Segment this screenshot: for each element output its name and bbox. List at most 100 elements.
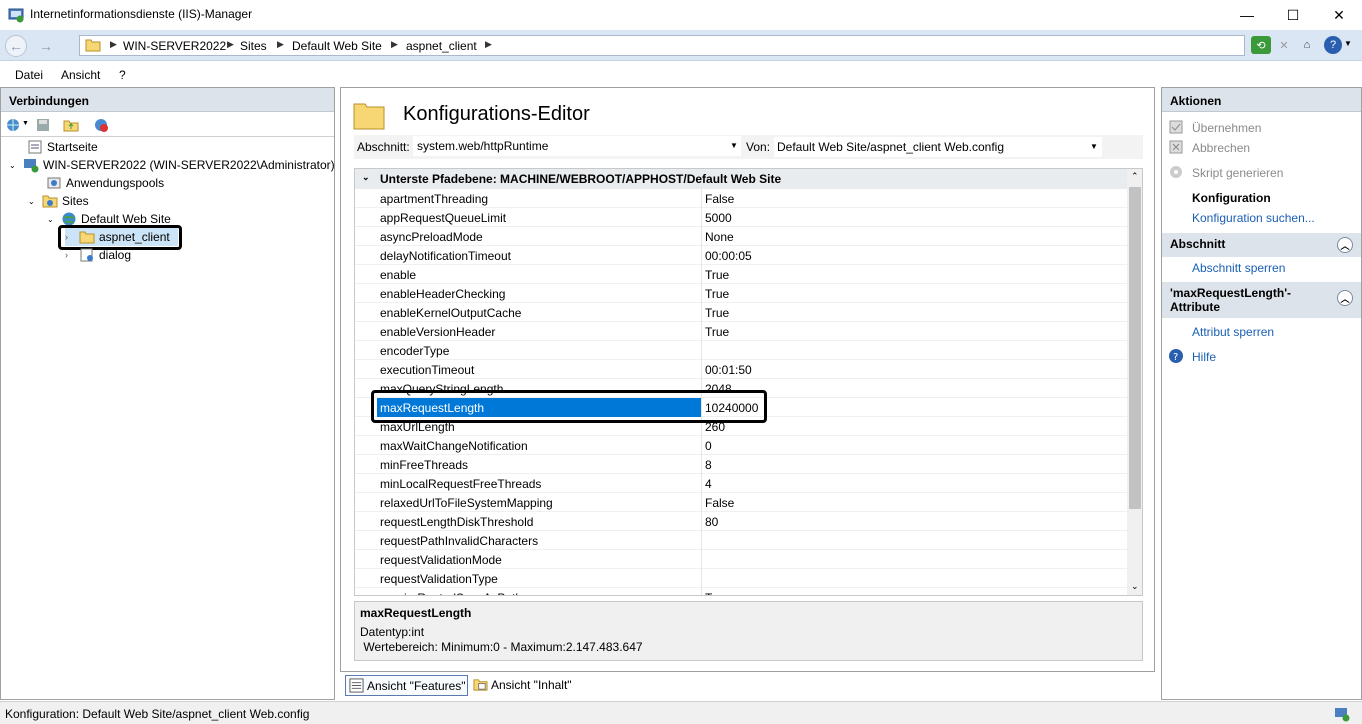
tree-item-aspnet-client[interactable]: › aspnet_client bbox=[65, 228, 178, 246]
grid-row[interactable]: delayNotificationTimeout 00:00:05 bbox=[355, 246, 1127, 265]
grid-row[interactable]: requestPathInvalidCharacters bbox=[355, 531, 1127, 550]
tab-content-view[interactable]: Ansicht "Inhalt" bbox=[471, 675, 581, 696]
menu-file[interactable]: Datei bbox=[15, 68, 43, 82]
chevron-right-icon[interactable]: › bbox=[65, 232, 79, 242]
chevron-down-icon[interactable]: ▼ bbox=[730, 141, 738, 150]
grid-row[interactable]: relaxedUrlToFileSystemMapping False bbox=[355, 493, 1127, 512]
action-lock-section[interactable]: Abschnitt sperren bbox=[1192, 261, 1285, 275]
grid-row[interactable]: requestValidationType bbox=[355, 569, 1127, 588]
property-value[interactable]: 00:00:05 bbox=[705, 249, 752, 263]
grid-row[interactable]: requestValidationMode bbox=[355, 550, 1127, 569]
close-button[interactable]: ✕ bbox=[1316, 0, 1362, 30]
chevron-right-icon[interactable]: › bbox=[65, 250, 79, 260]
collapse-icon[interactable]: ︿ bbox=[1337, 237, 1353, 253]
crumb-default-site[interactable]: Default Web Site bbox=[292, 39, 382, 53]
folder-icon bbox=[85, 39, 101, 52]
action-help[interactable]: Hilfe bbox=[1192, 350, 1216, 364]
property-value[interactable]: True bbox=[705, 591, 729, 595]
connections-header: Verbindungen bbox=[1, 88, 334, 112]
refresh-icon[interactable]: ⟲ bbox=[1251, 36, 1271, 54]
from-dropdown[interactable]: Default Web Site/aspnet_client Web.confi… bbox=[774, 137, 1102, 157]
grid-row[interactable]: enable True bbox=[355, 265, 1127, 284]
crumb-aspnet-client[interactable]: aspnet_client bbox=[406, 39, 477, 53]
property-value[interactable]: True bbox=[705, 287, 729, 301]
property-value[interactable]: 00:01:50 bbox=[705, 363, 752, 377]
scroll-thumb[interactable] bbox=[1129, 187, 1141, 509]
globe-connect-icon[interactable] bbox=[5, 117, 21, 133]
attribute-group-header: 'maxRequestLength'-Attribute ︿ bbox=[1162, 282, 1361, 318]
property-value[interactable]: True bbox=[705, 268, 729, 282]
chevron-down-icon[interactable]: ⌄ bbox=[47, 215, 61, 224]
grid-row[interactable]: maxWaitChangeNotification 0 bbox=[355, 436, 1127, 455]
tab-features-view[interactable]: Ansicht "Features" bbox=[345, 675, 468, 696]
property-value[interactable]: True bbox=[705, 325, 729, 339]
scroll-up-icon[interactable]: ⌃ bbox=[1131, 171, 1139, 182]
breadcrumb[interactable]: ▶ WIN-SERVER2022 ▶ Sites ▶ Default Web S… bbox=[79, 35, 1245, 56]
grid-row[interactable]: requestLengthDiskThreshold 80 bbox=[355, 512, 1127, 531]
scroll-down-icon[interactable]: ⌄ bbox=[1131, 581, 1139, 592]
grid-row[interactable]: apartmentThreading False bbox=[355, 189, 1127, 208]
grid-row[interactable]: minLocalRequestFreeThreads 4 bbox=[355, 474, 1127, 493]
property-value[interactable]: 4 bbox=[705, 477, 712, 491]
maximize-button[interactable]: ☐ bbox=[1270, 0, 1316, 30]
property-value[interactable]: True bbox=[705, 306, 729, 320]
crumb-server[interactable]: WIN-SERVER2022 bbox=[123, 39, 226, 53]
home-icon[interactable]: ⌂ bbox=[1297, 36, 1317, 54]
disconnect-icon[interactable] bbox=[93, 117, 109, 133]
tree-item-dialog[interactable]: › dialog bbox=[65, 246, 131, 264]
grid-row[interactable]: requireRootedSaveAsPath True bbox=[355, 588, 1127, 595]
tree-item-apppools[interactable]: Anwendungspools bbox=[46, 174, 164, 192]
grid-row[interactable]: minFreeThreads 8 bbox=[355, 455, 1127, 474]
actions-header: Aktionen bbox=[1162, 88, 1361, 112]
grid-row[interactable]: enableHeaderChecking True bbox=[355, 284, 1127, 303]
chevron-down-icon[interactable]: ⌄ bbox=[9, 161, 23, 170]
grid-row[interactable]: asyncPreloadMode None bbox=[355, 227, 1127, 246]
chevron-down-icon[interactable]: ⌄ bbox=[362, 172, 370, 183]
property-value[interactable]: 8 bbox=[705, 458, 712, 472]
action-lock-attribute[interactable]: Attribut sperren bbox=[1192, 325, 1274, 339]
property-value[interactable]: 0 bbox=[705, 439, 712, 453]
property-value[interactable]: 80 bbox=[705, 515, 718, 529]
property-name: executionTimeout bbox=[380, 363, 475, 377]
menu-view[interactable]: Ansicht bbox=[61, 68, 100, 82]
collapse-icon[interactable]: ︿ bbox=[1337, 290, 1353, 306]
chevron-down-icon[interactable]: ▼ bbox=[1344, 39, 1352, 48]
property-name: requestValidationMode bbox=[380, 553, 502, 567]
tree-item-start[interactable]: Startseite bbox=[27, 138, 98, 156]
section-label: Abschnitt: bbox=[357, 140, 410, 154]
menu-help[interactable]: ? bbox=[119, 68, 126, 82]
chevron-down-icon[interactable]: ▼ bbox=[22, 120, 29, 127]
action-search-config[interactable]: Konfiguration suchen... bbox=[1192, 211, 1315, 225]
property-value[interactable]: 5000 bbox=[705, 211, 732, 225]
action-generate-script[interactable]: Skript generieren bbox=[1192, 166, 1283, 180]
tree-item-sites[interactable]: ⌄ Sites bbox=[28, 192, 89, 210]
chevron-down-icon[interactable]: ▼ bbox=[1090, 142, 1098, 151]
up-folder-icon[interactable] bbox=[63, 117, 79, 133]
grid-row[interactable]: executionTimeout 00:01:50 bbox=[355, 360, 1127, 379]
chevron-right-icon: ▶ bbox=[485, 39, 492, 49]
group-header[interactable]: ⌄ Unterste Pfadebene: MACHINE/WEBROOT/AP… bbox=[355, 169, 1127, 189]
grid-row[interactable]: appRequestQueueLimit 5000 bbox=[355, 208, 1127, 227]
from-label: Von: bbox=[746, 140, 771, 154]
property-value[interactable]: False bbox=[705, 192, 734, 206]
stop-icon[interactable]: ✕ bbox=[1274, 36, 1294, 54]
section-dropdown[interactable]: system.web/httpRuntime ▼ bbox=[413, 136, 741, 156]
grid-row[interactable]: enableKernelOutputCache True bbox=[355, 303, 1127, 322]
grid-row[interactable]: encoderType bbox=[355, 341, 1127, 360]
chevron-down-icon[interactable]: ⌄ bbox=[28, 197, 42, 206]
address-bar: ← → ▶ WIN-SERVER2022 ▶ Sites ▶ Default W… bbox=[0, 30, 1362, 61]
minimize-button[interactable]: — bbox=[1224, 0, 1270, 30]
actions-panel: Aktionen Übernehmen Abbrechen Skript gen… bbox=[1161, 87, 1362, 700]
tree-item-server[interactable]: ⌄ WIN-SERVER2022 (WIN-SERVER2022\Adminis… bbox=[9, 156, 335, 174]
back-button[interactable]: ← bbox=[5, 35, 27, 57]
action-apply[interactable]: Übernehmen bbox=[1192, 121, 1261, 135]
grid-row[interactable]: enableVersionHeader True bbox=[355, 322, 1127, 341]
help-icon[interactable]: ? bbox=[1324, 36, 1342, 54]
save-icon[interactable] bbox=[35, 117, 51, 133]
forward-button[interactable]: → bbox=[35, 35, 57, 57]
property-value[interactable]: None bbox=[705, 230, 734, 244]
grid-scrollbar[interactable]: ⌃ ⌄ bbox=[1127, 169, 1142, 595]
action-cancel[interactable]: Abbrechen bbox=[1192, 141, 1250, 155]
crumb-sites[interactable]: Sites bbox=[240, 39, 267, 53]
property-value[interactable]: False bbox=[705, 496, 734, 510]
